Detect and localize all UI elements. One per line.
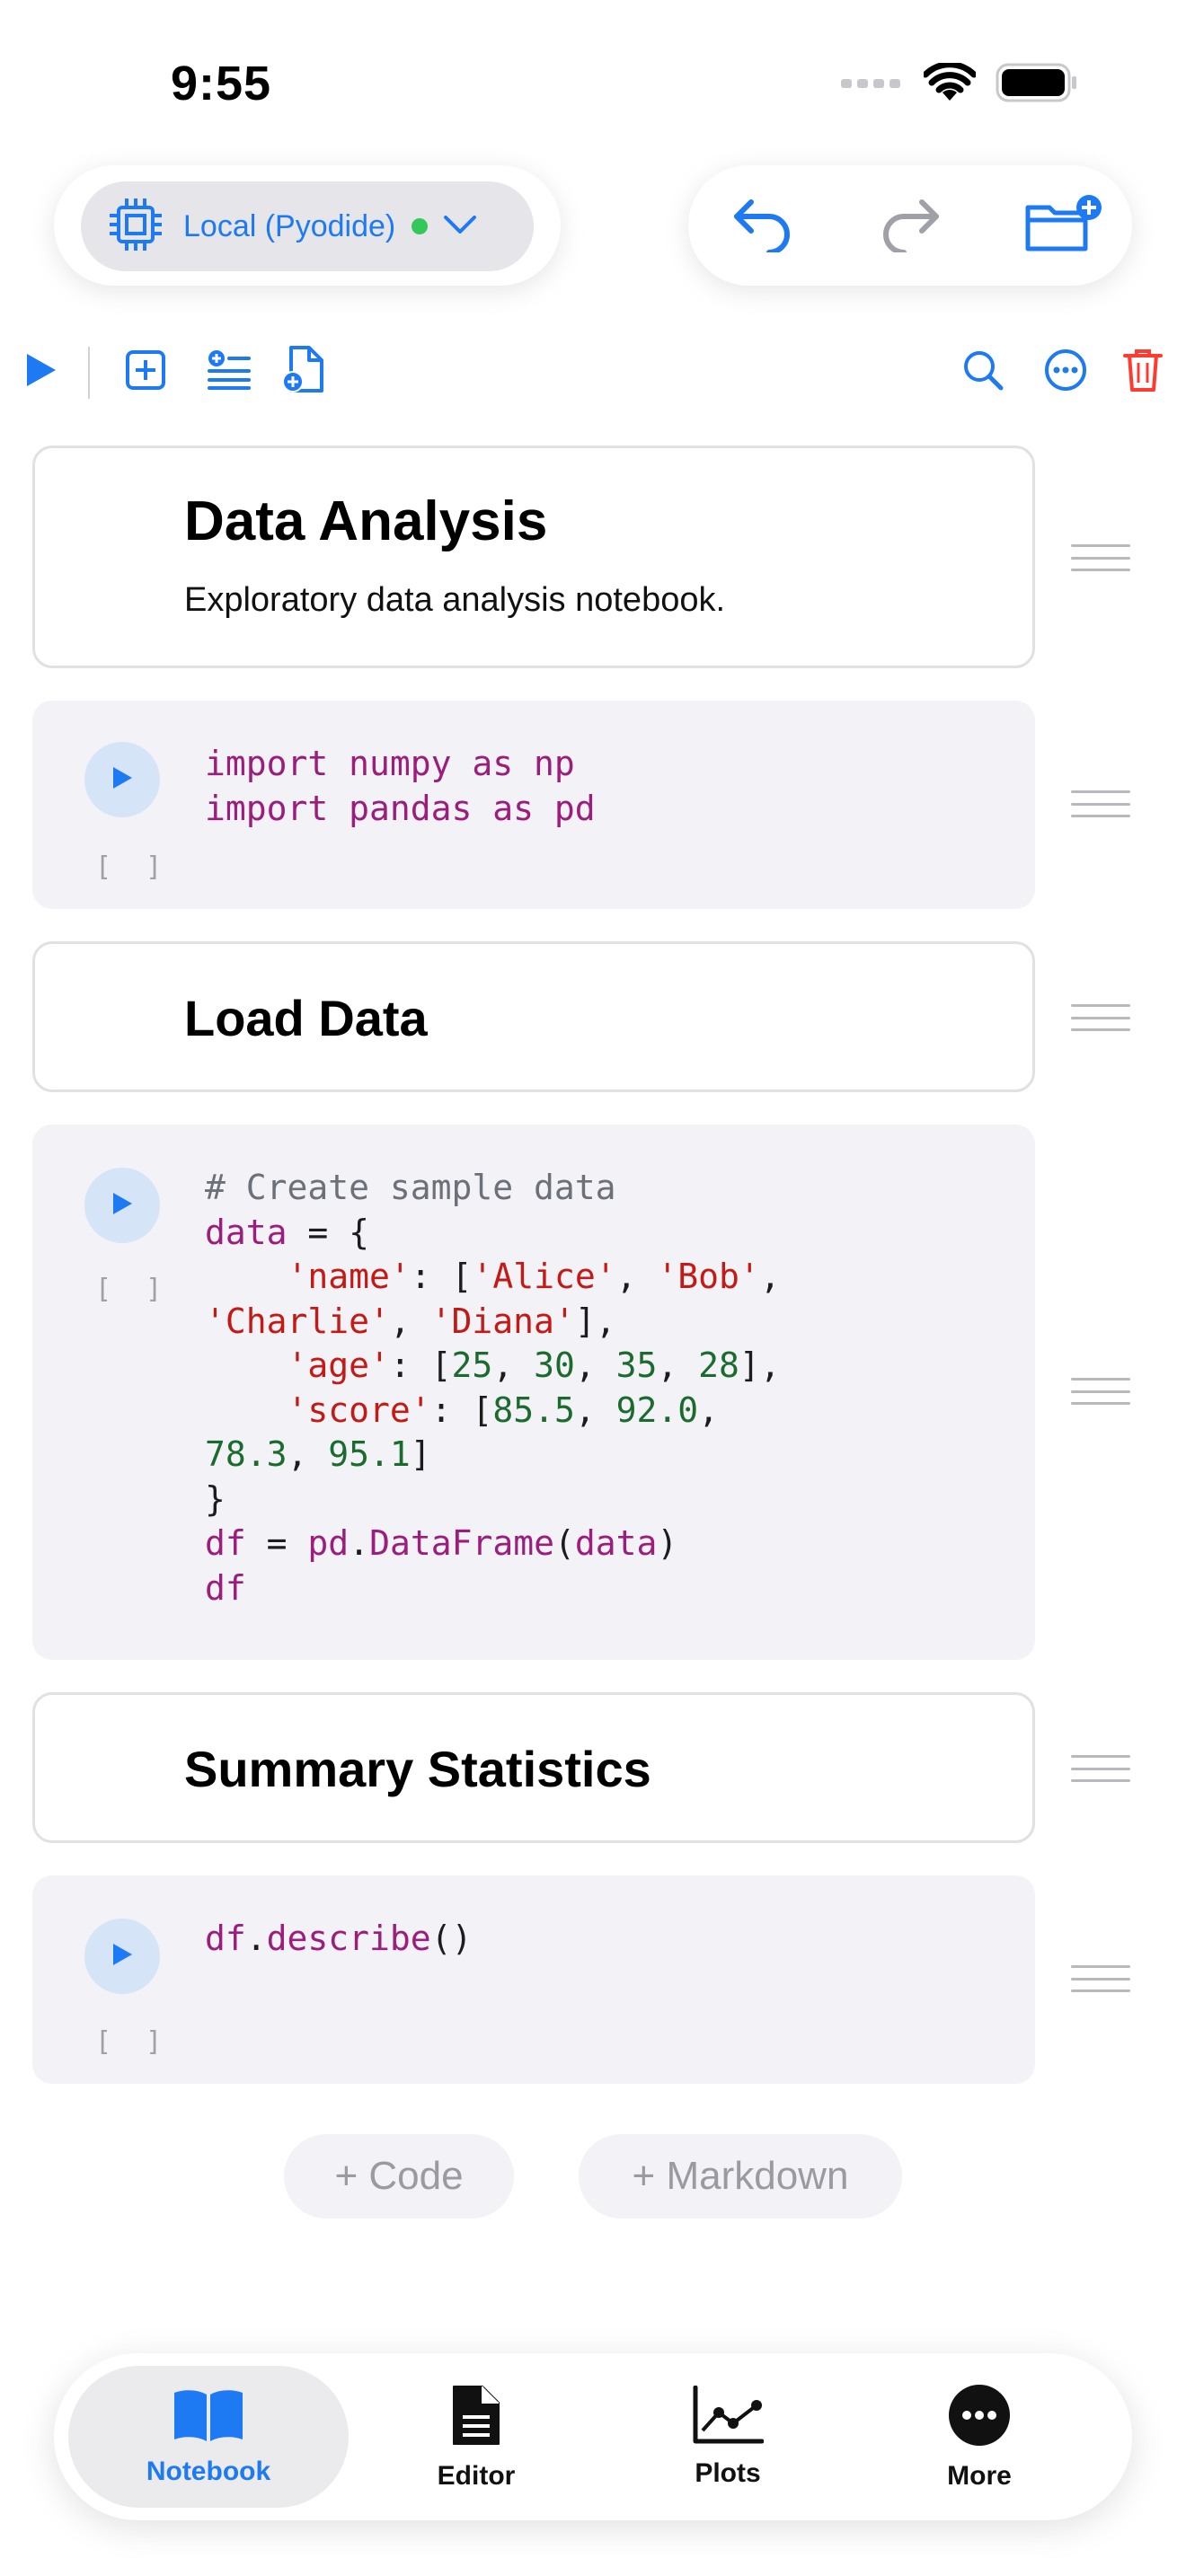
kernel-status-dot [412,218,429,234]
code-line: df = pd.DataFrame(data) [205,1523,678,1563]
code-line: 78.3, 95.1] [205,1434,431,1474]
search-button[interactable] [954,343,1012,401]
new-folder-icon [1024,193,1107,259]
cell-heading: Data Analysis [184,490,548,552]
code-line: # Create sample data [205,1168,616,1207]
tab-editor[interactable]: Editor [395,2366,557,2508]
execution-count: [ ] [95,1274,172,1305]
new-notebook-icon [282,345,325,399]
code-line: 'age': [25, 30, 35, 28], [287,1345,781,1385]
status-icons [839,61,1078,107]
kernel-selector-container: Local (Pyodide) [54,165,561,286]
code-cell[interactable]: [ ] import numpy as np import pandas as … [32,701,1035,909]
delete-button[interactable] [1114,343,1172,401]
code-line: data = { [205,1212,370,1252]
execution-count: [ ] [95,851,172,883]
play-icon [111,1191,134,1221]
markdown-cell[interactable]: Load Data [32,941,1035,1092]
drag-handle-icon[interactable] [1071,1004,1130,1031]
add-markdown-cell-icon [206,349,251,395]
cell-heading: Load Data [184,990,428,1046]
code-cell[interactable]: [ ] # Create sample data data = { 'name'… [32,1125,1035,1660]
undo-icon [731,195,792,257]
chart-icon [692,2385,765,2449]
document-icon [450,2383,502,2452]
new-folder-button[interactable] [1021,192,1111,259]
search-icon [961,348,1005,396]
cell-heading: Summary Statistics [184,1741,651,1797]
redo-button[interactable] [875,192,947,259]
code-editor[interactable]: import numpy as np import pandas as pd [205,742,596,831]
tab-plots[interactable]: Plots [647,2366,809,2508]
tab-label: Notebook [146,2456,271,2486]
book-icon [171,2387,246,2448]
add-code-cell-icon [125,349,166,395]
tab-label: Plots [695,2457,761,2488]
ellipsis-circle-icon [947,2383,1012,2452]
drag-handle-icon[interactable] [1071,1755,1130,1782]
toolbar-divider [88,347,90,399]
code-line: df [205,1567,246,1608]
new-notebook-button[interactable] [275,343,332,401]
run-cell-button[interactable] [84,1919,160,1994]
play-icon [111,1942,134,1972]
add-markdown-button[interactable]: + Markdown [579,2134,902,2219]
cpu-icon [106,195,165,259]
add-code-button[interactable]: + Code [284,2134,514,2219]
undo-button[interactable] [726,192,798,259]
code-line: import numpy as np [205,744,575,783]
run-all-button[interactable] [13,343,70,401]
markdown-cell[interactable]: Data Analysis Exploratory data analysis … [32,446,1035,668]
kernel-label: Local (Pyodide) [183,208,396,243]
trash-icon [1123,348,1163,397]
tab-notebook[interactable]: Notebook [68,2366,349,2508]
signal-icon [839,75,904,94]
drag-handle-icon[interactable] [1071,790,1130,817]
code-editor[interactable]: # Create sample data data = { 'name': ['… [205,1166,781,1610]
drag-handle-icon[interactable] [1071,1378,1130,1405]
play-icon [111,765,134,795]
execution-count: [ ] [95,2026,172,2058]
code-cell[interactable]: [ ] df.describe() [32,1875,1035,2084]
markdown-cell[interactable]: Summary Statistics [32,1692,1035,1843]
tab-bar: Notebook Editor Plots More [54,2353,1132,2520]
drag-handle-icon[interactable] [1071,544,1130,571]
more-options-icon [1044,348,1087,396]
status-time: 9:55 [171,57,272,110]
code-line: import pandas as pd [205,788,596,828]
kernel-selector[interactable]: Local (Pyodide) [81,181,534,271]
notebook-toolbar [0,332,1186,413]
wifi-icon [922,61,978,107]
add-markdown-cell-button[interactable] [199,343,257,401]
code-editor[interactable]: df.describe() [205,1917,472,1962]
run-cell-button[interactable] [84,1168,160,1243]
code-line: 'name': ['Alice', 'Bob', [287,1257,781,1296]
history-controls [688,165,1132,286]
tab-label: Editor [437,2460,516,2491]
code-line: 'score': [85.5, 92.0, [287,1389,719,1430]
run-all-icon [23,350,59,394]
add-code-cell-button[interactable] [117,343,174,401]
tab-more[interactable]: More [898,2366,1060,2508]
code-line: 'Charlie', 'Diana'], [205,1301,616,1341]
run-cell-button[interactable] [84,742,160,817]
more-options-button[interactable] [1037,343,1094,401]
redo-icon [881,195,942,257]
chevron-down-icon [442,214,478,240]
battery-icon [996,63,1078,107]
cell-paragraph: Exploratory data analysis notebook. [184,581,726,619]
code-line: } [205,1478,226,1519]
code-line: df.describe() [205,1919,473,1958]
drag-handle-icon[interactable] [1071,1965,1130,1992]
tab-label: More [947,2460,1012,2491]
